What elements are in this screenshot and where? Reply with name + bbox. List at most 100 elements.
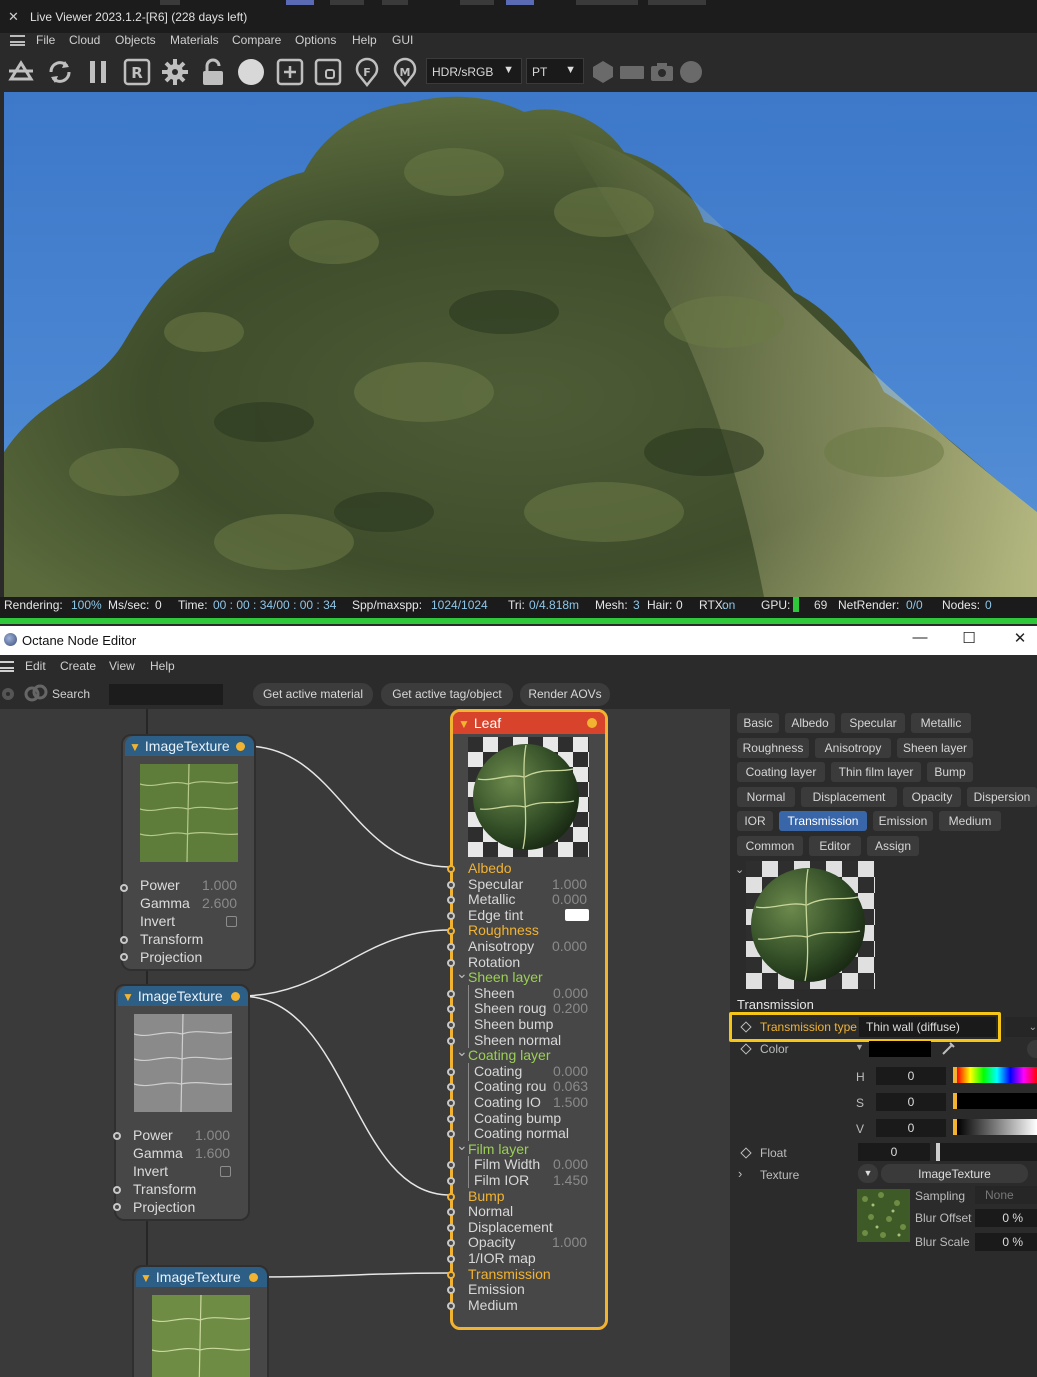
tab-editor[interactable]: Editor <box>809 835 861 856</box>
float-slider-handle[interactable] <box>936 1143 940 1161</box>
tab-ior[interactable]: IOR <box>737 811 773 831</box>
tab-anisotropy[interactable]: Anisotropy <box>815 737 891 758</box>
material-port-row[interactable]: Albedo <box>468 860 512 876</box>
material-port-row[interactable]: Coating 0.000 <box>468 1062 588 1079</box>
float-slider[interactable] <box>936 1143 1037 1161</box>
output-pin[interactable] <box>231 992 240 1001</box>
material-input-pin[interactable] <box>447 1130 455 1139</box>
material-port-row[interactable]: Sheen 0.000 <box>468 984 588 1001</box>
tab-assign[interactable]: Assign <box>867 835 919 856</box>
material-node-header[interactable]: ▼ Leaf <box>453 712 605 734</box>
menu-help[interactable]: Help <box>150 659 175 673</box>
menu-file[interactable]: File <box>36 33 55 47</box>
menu-create[interactable]: Create <box>60 659 96 673</box>
material-input-pin[interactable] <box>447 1192 455 1201</box>
image-texture-node[interactable]: ▼ ImageTexture Power 1.000 Gamma 1.600 Inve… <box>113 984 250 1221</box>
material-input-pin[interactable] <box>447 1036 455 1045</box>
menu-gui[interactable]: GUI <box>392 33 413 47</box>
image-texture-node-header[interactable]: ▼ ImageTexture <box>118 986 248 1006</box>
material-input-pin[interactable] <box>447 989 455 998</box>
material-input-pin[interactable] <box>447 1208 455 1217</box>
menu-materials[interactable]: Materials <box>170 33 219 47</box>
transform-input-pin[interactable] <box>113 1186 121 1194</box>
material-input-pin[interactable] <box>447 1067 455 1076</box>
clay-mode-icon[interactable] <box>313 57 343 87</box>
tab-metallic[interactable]: Metallic <box>911 713 971 733</box>
material-port-row[interactable]: 1/IOR map <box>468 1250 536 1266</box>
unlock-icon[interactable] <box>198 57 228 87</box>
material-port-row[interactable]: Rotation <box>468 954 520 970</box>
material-port-row[interactable]: Bump <box>468 1188 505 1204</box>
leaf-material-node[interactable]: ▼ Leaf Albedo Specular 1.000 Metallic 0.000 Ed… <box>447 709 608 1330</box>
tab-sheen-layer[interactable]: Sheen layer <box>897 737 973 758</box>
tab-common[interactable]: Common <box>737 835 803 856</box>
image-texture-node-header[interactable]: ▼ ImageTexture <box>136 1267 267 1287</box>
blur-offset-field[interactable]: 0 % <box>975 1209 1037 1227</box>
material-port-row[interactable]: Sheen normal <box>468 1031 561 1048</box>
focus-pin-icon[interactable]: F <box>352 57 382 87</box>
collapse-triangle-icon[interactable]: ▼ <box>129 740 141 754</box>
material-port-row[interactable]: Roughness <box>468 922 539 938</box>
material-input-pin[interactable] <box>447 865 455 873</box>
material-port-row[interactable]: Coating IO 1.500 <box>468 1094 588 1110</box>
material-input-pin[interactable] <box>447 1286 455 1295</box>
minimize-button[interactable]: — <box>905 629 935 651</box>
material-port-row[interactable]: Normal <box>468 1203 513 1219</box>
value-field[interactable]: 0 <box>876 1119 946 1137</box>
material-sphere-icon[interactable] <box>236 57 266 87</box>
material-port-row[interactable]: Anisotropy 0.000 <box>468 938 587 954</box>
tab-dispersion[interactable]: Dispersion <box>967 786 1037 807</box>
material-port-row[interactable]: Film Width 0.000 <box>468 1156 588 1173</box>
chevron-down-icon[interactable]: ⌄ <box>735 863 744 876</box>
material-port-row[interactable]: Coating bump <box>468 1109 561 1126</box>
eyedropper-icon[interactable] <box>940 1039 958 1057</box>
menu-cloud[interactable]: Cloud <box>69 33 100 47</box>
chevron-down-icon[interactable]: ⌄ <box>456 1043 468 1060</box>
material-input-pin[interactable] <box>447 958 455 967</box>
material-port-row[interactable]: Specular 1.000 <box>468 876 587 892</box>
material-input-pin[interactable] <box>447 1083 455 1092</box>
gear-icon[interactable] <box>0 683 20 705</box>
material-input-pin[interactable] <box>447 896 455 905</box>
hamburger-menu-icon[interactable] <box>10 35 25 46</box>
color-expand-button[interactable] <box>1027 1040 1037 1058</box>
tab-coating-layer[interactable]: Coating layer <box>737 762 825 782</box>
material-pin-icon[interactable]: M <box>390 57 420 87</box>
projection-input-pin[interactable] <box>113 1203 121 1211</box>
output-pin[interactable] <box>587 718 597 728</box>
material-port-row[interactable]: Transmission <box>468 1266 551 1282</box>
transmission-type-select[interactable]: Thin wall (diffuse) <box>859 1017 996 1037</box>
projection-input-pin[interactable] <box>120 953 128 961</box>
material-input-pin[interactable] <box>447 1161 455 1170</box>
blur-scale-field[interactable]: 0 % <box>975 1233 1037 1251</box>
texture-node-button[interactable]: ImageTexture <box>881 1164 1028 1183</box>
send-scene-icon[interactable] <box>6 57 36 87</box>
power-input-pin[interactable] <box>113 1132 121 1140</box>
material-input-pin[interactable] <box>447 880 455 889</box>
material-port-row[interactable]: Emission <box>468 1281 525 1297</box>
hue-field[interactable]: 0 <box>876 1067 946 1085</box>
hue-slider[interactable] <box>953 1067 1037 1083</box>
close-button[interactable]: ✕ <box>1005 629 1035 651</box>
link-icon[interactable] <box>24 683 48 705</box>
material-input-pin[interactable] <box>447 927 455 936</box>
edge-tint-swatch[interactable] <box>565 908 589 921</box>
tab-thin-film-layer[interactable]: Thin film layer <box>831 762 921 782</box>
material-input-pin[interactable] <box>447 1099 455 1107</box>
material-input-pin[interactable] <box>447 1114 455 1123</box>
menu-compare[interactable]: Compare <box>232 33 281 47</box>
circle-icon[interactable] <box>676 57 706 87</box>
saturation-field[interactable]: 0 <box>876 1093 946 1111</box>
material-input-pin[interactable] <box>447 1301 455 1310</box>
tab-albedo[interactable]: Albedo <box>785 713 835 733</box>
value-slider[interactable] <box>953 1119 1037 1135</box>
node-graph-canvas[interactable]: ▼ ImageTexture Power 1.000 Gamma 2.600 Inve… <box>0 709 730 1377</box>
chevron-down-icon[interactable]: ⌄ <box>456 1137 468 1154</box>
material-input-pin[interactable] <box>447 943 455 951</box>
tab-roughness[interactable]: Roughness <box>737 737 809 758</box>
restart-render-icon[interactable] <box>45 57 75 87</box>
get-active-material-button[interactable]: Get active material <box>253 683 373 706</box>
tab-emission[interactable]: Emission <box>873 811 933 831</box>
material-port-row[interactable]: Displacement <box>468 1219 553 1235</box>
tab-bump[interactable]: Bump <box>927 762 973 782</box>
